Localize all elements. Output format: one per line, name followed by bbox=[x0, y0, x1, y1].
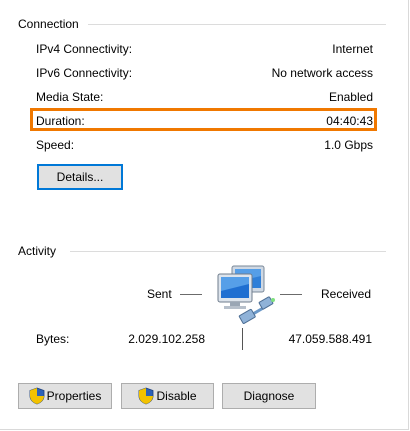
activity-divider bbox=[70, 251, 386, 252]
ipv6-connectivity-value: No network access bbox=[271, 66, 373, 80]
network-computers-icon bbox=[217, 265, 275, 324]
disable-button-label: Disable bbox=[156, 389, 197, 403]
bytes-sent-value: 2.029.102.258 bbox=[128, 332, 205, 346]
sent-label: Sent bbox=[147, 287, 172, 301]
activity-separator bbox=[242, 328, 243, 350]
ipv4-connectivity-label: IPv4 Connectivity: bbox=[36, 42, 133, 56]
details-button[interactable]: Details... bbox=[37, 164, 123, 190]
received-label: Received bbox=[321, 287, 372, 301]
connection-divider bbox=[88, 24, 386, 25]
sent-connector-line bbox=[180, 294, 202, 295]
ipv6-connectivity-label: IPv6 Connectivity: bbox=[36, 66, 133, 80]
network-status-panel: Connection IPv4 Connectivity: Internet I… bbox=[0, 0, 409, 430]
uac-shield-icon bbox=[139, 387, 154, 405]
diagnose-button[interactable]: Diagnose bbox=[222, 383, 316, 409]
bytes-received-value: 47.059.588.491 bbox=[288, 332, 372, 346]
activity-group-title: Activity bbox=[18, 244, 57, 258]
uac-shield-icon bbox=[29, 387, 45, 405]
connection-group-title: Connection bbox=[18, 17, 79, 31]
duration-label: Duration: bbox=[36, 114, 85, 128]
media-state-label: Media State: bbox=[36, 90, 104, 104]
speed-label: Speed: bbox=[36, 138, 75, 152]
properties-button-label: Properties bbox=[46, 389, 102, 403]
disable-button[interactable]: Disable bbox=[121, 383, 214, 409]
duration-value: 04:40:43 bbox=[326, 114, 373, 128]
bytes-label: Bytes: bbox=[36, 332, 70, 346]
received-connector-line bbox=[280, 294, 302, 295]
media-state-value: Enabled bbox=[328, 90, 373, 104]
properties-button[interactable]: Properties bbox=[18, 383, 112, 409]
speed-value: 1.0 Gbps bbox=[324, 138, 373, 152]
ipv4-connectivity-value: Internet bbox=[332, 42, 373, 56]
